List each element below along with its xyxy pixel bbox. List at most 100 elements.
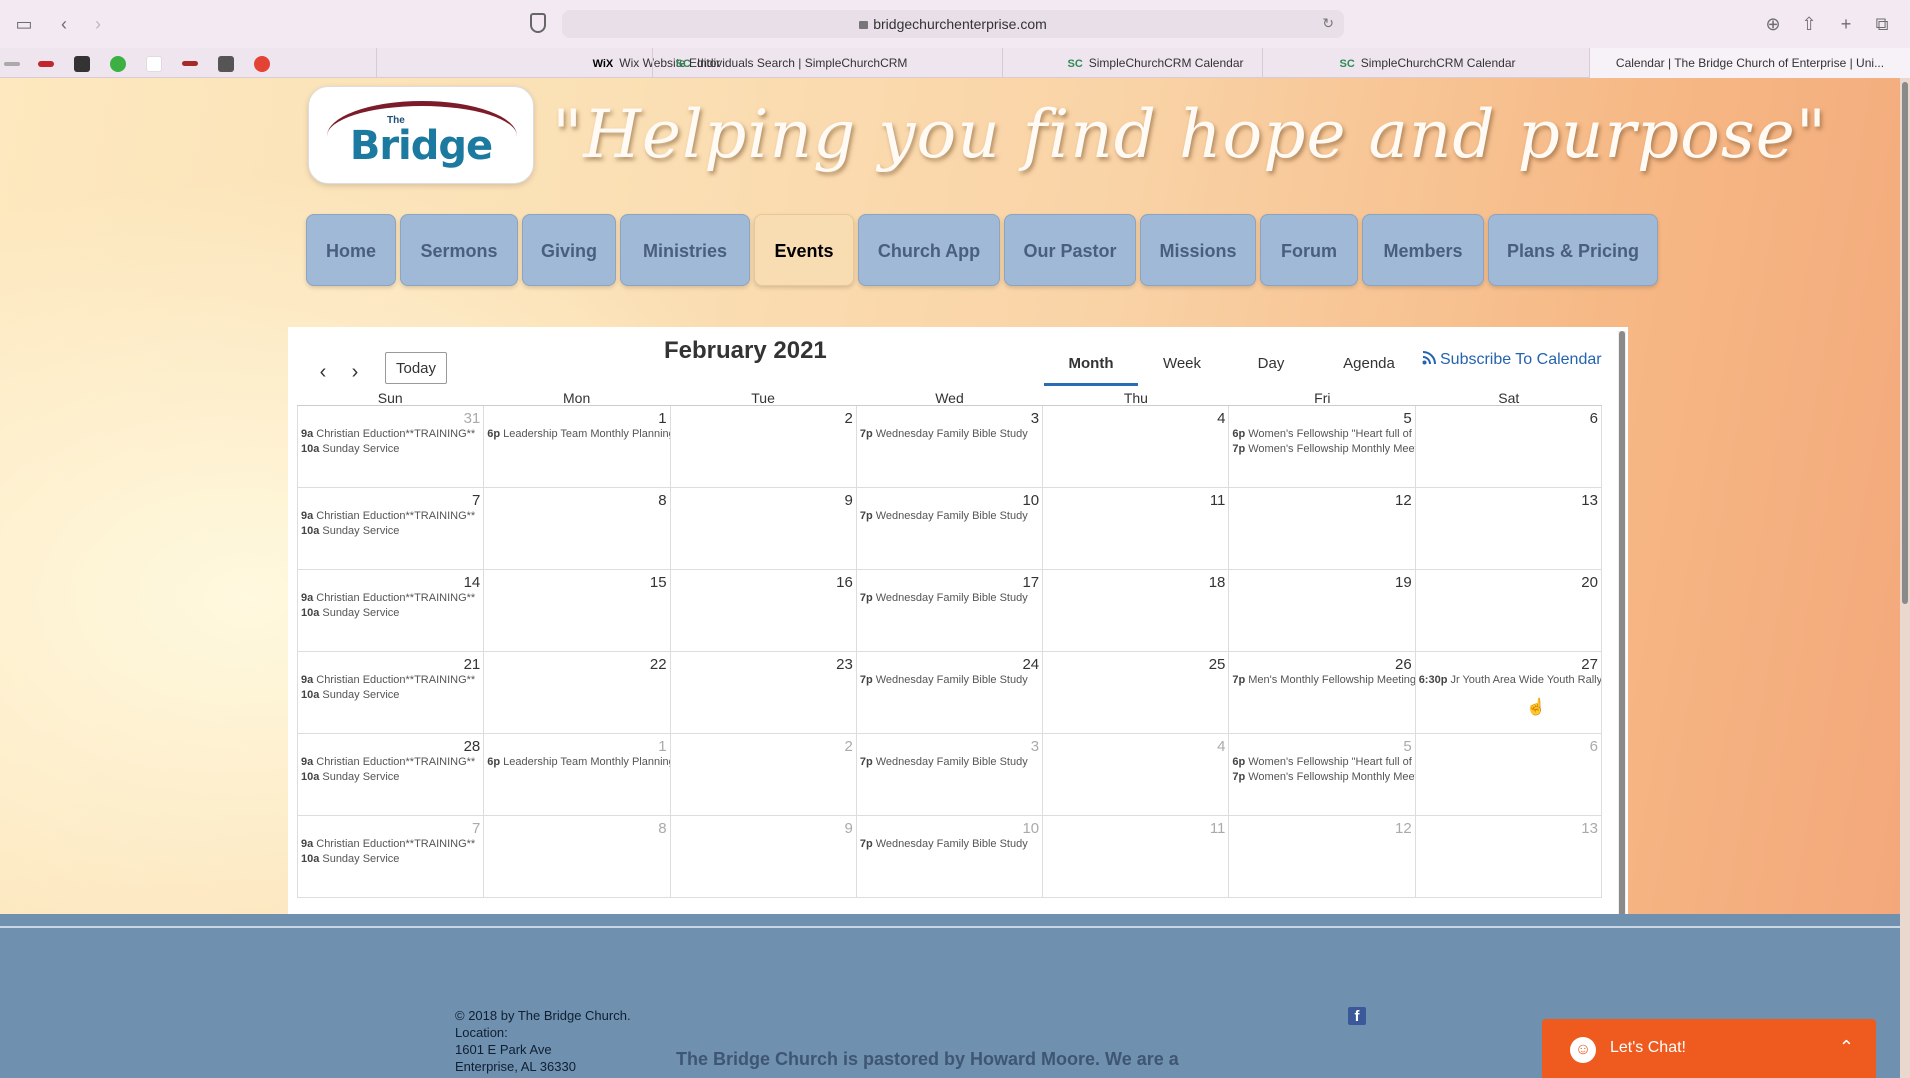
- day-number[interactable]: 26: [1395, 656, 1412, 673]
- day-number[interactable]: 19: [1395, 574, 1412, 591]
- calendar-day-cell[interactable]: 17 7p Wednesday Family Bible Study: [855, 570, 1042, 651]
- calendar-event[interactable]: 6:30p Jr Youth Area Wide Youth Rally: [1419, 673, 1601, 688]
- bookmark-favicon[interactable]: [182, 61, 198, 66]
- day-number[interactable]: 23: [836, 656, 853, 673]
- view-tab-month[interactable]: Month: [1044, 355, 1138, 385]
- bookmark-favicon[interactable]: [4, 62, 20, 66]
- day-number[interactable]: 9: [845, 492, 853, 509]
- day-number[interactable]: 31: [464, 410, 481, 427]
- page-scrollbar[interactable]: [1900, 78, 1910, 1078]
- day-number[interactable]: 7: [472, 492, 480, 509]
- nav-item-ministries[interactable]: Ministries: [620, 214, 750, 286]
- calendar-event[interactable]: 7p Wednesday Family Bible Study: [860, 591, 1042, 606]
- tab-overview-icon[interactable]: ⧉: [1870, 12, 1894, 36]
- nav-item-sermons[interactable]: Sermons: [400, 214, 518, 286]
- calendar-day-cell[interactable]: 18: [1042, 570, 1228, 651]
- calendar-event[interactable]: 9a Christian Eduction**TRAINING**: [301, 755, 483, 770]
- day-number[interactable]: 8: [658, 492, 666, 509]
- calendar-event[interactable]: 6p Women's Fellowship "Heart full of: [1232, 755, 1414, 770]
- day-number[interactable]: 3: [1031, 410, 1039, 427]
- calendar-day-cell[interactable]: 1 6p Leadership Team Monthly Planning: [483, 406, 670, 487]
- calendar-day-cell[interactable]: 9: [669, 488, 856, 569]
- day-number[interactable]: 24: [1022, 656, 1039, 673]
- bookmark-favicon[interactable]: [38, 61, 54, 67]
- calendar-event[interactable]: 7p Wednesday Family Bible Study: [860, 755, 1042, 770]
- calendar-day-cell[interactable]: 10 7p Wednesday Family Bible Study: [855, 816, 1042, 897]
- day-number[interactable]: 7: [472, 820, 480, 837]
- nav-item-events[interactable]: Events: [754, 214, 854, 286]
- chat-widget[interactable]: ☺ Let's Chat! ⌃: [1542, 1019, 1876, 1078]
- nav-item-members[interactable]: Members: [1362, 214, 1484, 286]
- calendar-day-cell[interactable]: 7 9a Christian Eduction**TRAINING** 10a Sund…: [297, 816, 483, 897]
- day-number[interactable]: 10: [1022, 492, 1039, 509]
- calendar-day-cell[interactable]: 10 7p Wednesday Family Bible Study: [855, 488, 1042, 569]
- calendar-day-cell[interactable]: 3 7p Wednesday Family Bible Study: [855, 406, 1042, 487]
- calendar-day-cell[interactable]: 31 9a Christian Eduction**TRAINING** 10a Sun…: [297, 406, 483, 487]
- browser-tab[interactable]: SC Individuals Search | SimpleChurchCRM: [652, 48, 930, 78]
- calendar-day-cell[interactable]: 28 9a Christian Eduction**TRAINING** 10a Sun…: [297, 734, 483, 815]
- bookmark-favicon[interactable]: [110, 56, 126, 72]
- view-tab-week[interactable]: Week: [1142, 355, 1222, 385]
- calendar-day-cell[interactable]: 6: [1414, 406, 1602, 487]
- calendar-event[interactable]: 9a Christian Eduction**TRAINING**: [301, 591, 483, 606]
- day-number[interactable]: 25: [1209, 656, 1226, 673]
- calendar-event[interactable]: 10a Sunday Service: [301, 442, 483, 457]
- calendar-day-cell[interactable]: 21 9a Christian Eduction**TRAINING** 10a Sun…: [297, 652, 483, 733]
- day-number[interactable]: 1: [658, 738, 666, 755]
- calendar-event[interactable]: 10a Sunday Service: [301, 524, 483, 539]
- day-number[interactable]: 18: [1209, 574, 1226, 591]
- calendar-day-cell[interactable]: 7 9a Christian Eduction**TRAINING** 10a Sund…: [297, 488, 483, 569]
- calendar-event[interactable]: 7p Wednesday Family Bible Study: [860, 427, 1042, 442]
- calendar-day-cell[interactable]: 6: [1414, 734, 1602, 815]
- calendar-event[interactable]: 10a Sunday Service: [301, 852, 483, 867]
- day-number[interactable]: 10: [1022, 820, 1039, 837]
- nav-item-our-pastor[interactable]: Our Pastor: [1004, 214, 1136, 286]
- day-number[interactable]: 17: [1022, 574, 1039, 591]
- day-number[interactable]: 6: [1590, 738, 1598, 755]
- day-number[interactable]: 1: [658, 410, 666, 427]
- page-scrollbar-thumb[interactable]: [1902, 82, 1908, 604]
- calendar-event[interactable]: 9a Christian Eduction**TRAINING**: [301, 837, 483, 852]
- calendar-scrollbar[interactable]: [1618, 331, 1626, 921]
- day-number[interactable]: 11: [1210, 820, 1226, 837]
- calendar-event[interactable]: 6p Leadership Team Monthly Planning: [487, 427, 669, 442]
- day-number[interactable]: 12: [1395, 820, 1412, 837]
- prev-month-button[interactable]: ‹: [308, 357, 338, 387]
- day-number[interactable]: 22: [650, 656, 667, 673]
- privacy-shield-icon[interactable]: [530, 13, 546, 33]
- view-tab-day[interactable]: Day: [1236, 355, 1306, 385]
- calendar-day-cell[interactable]: 25: [1042, 652, 1228, 733]
- day-number[interactable]: 2: [845, 738, 853, 755]
- chevron-up-icon[interactable]: ⌃: [1839, 1037, 1854, 1058]
- calendar-day-cell[interactable]: 4: [1042, 734, 1228, 815]
- day-number[interactable]: 4: [1217, 738, 1225, 755]
- browser-tab[interactable]: SC SimpleChurchCRM Calendar: [1262, 48, 1592, 78]
- calendar-day-cell[interactable]: 8: [483, 488, 669, 569]
- nav-item-plans-pricing[interactable]: Plans & Pricing: [1488, 214, 1658, 286]
- next-month-button[interactable]: ›: [340, 357, 370, 387]
- calendar-day-cell[interactable]: 11: [1042, 816, 1228, 897]
- facebook-icon[interactable]: f: [1348, 1007, 1366, 1025]
- calendar-day-cell[interactable]: 1 6p Leadership Team Monthly Planning: [483, 734, 670, 815]
- calendar-day-cell[interactable]: 26 7p Men's Monthly Fellowship Meeting: [1228, 652, 1415, 733]
- calendar-day-cell[interactable]: 22: [483, 652, 669, 733]
- calendar-day-cell[interactable]: 27 6:30p Jr Youth Area Wide Youth Rally: [1414, 652, 1602, 733]
- calendar-event[interactable]: 6p Leadership Team Monthly Planning: [487, 755, 669, 770]
- calendar-day-cell[interactable]: 8: [483, 816, 669, 897]
- calendar-day-cell[interactable]: 13: [1414, 488, 1602, 569]
- calendar-event[interactable]: 6p Women's Fellowship "Heart full of: [1232, 427, 1414, 442]
- calendar-day-cell[interactable]: 13: [1414, 816, 1602, 897]
- browser-tab[interactable]: Calendar | The Bridge Church of Enterpri…: [1589, 48, 1910, 78]
- calendar-event[interactable]: 7p Wednesday Family Bible Study: [860, 673, 1042, 688]
- calendar-event[interactable]: 10a Sunday Service: [301, 606, 483, 621]
- nav-item-giving[interactable]: Giving: [522, 214, 616, 286]
- calendar-day-cell[interactable]: 23: [669, 652, 856, 733]
- calendar-day-cell[interactable]: 12: [1228, 816, 1414, 897]
- day-number[interactable]: 16: [836, 574, 853, 591]
- day-number[interactable]: 12: [1395, 492, 1412, 509]
- site-logo[interactable]: The Bridge: [308, 86, 534, 184]
- address-bar[interactable]: bridgechurchenterprise.com ↻: [562, 10, 1344, 38]
- day-number[interactable]: 20: [1581, 574, 1598, 591]
- calendar-event[interactable]: 7p Wednesday Family Bible Study: [860, 837, 1042, 852]
- calendar-event[interactable]: 7p Women's Fellowship Monthly Meeting: [1232, 442, 1414, 457]
